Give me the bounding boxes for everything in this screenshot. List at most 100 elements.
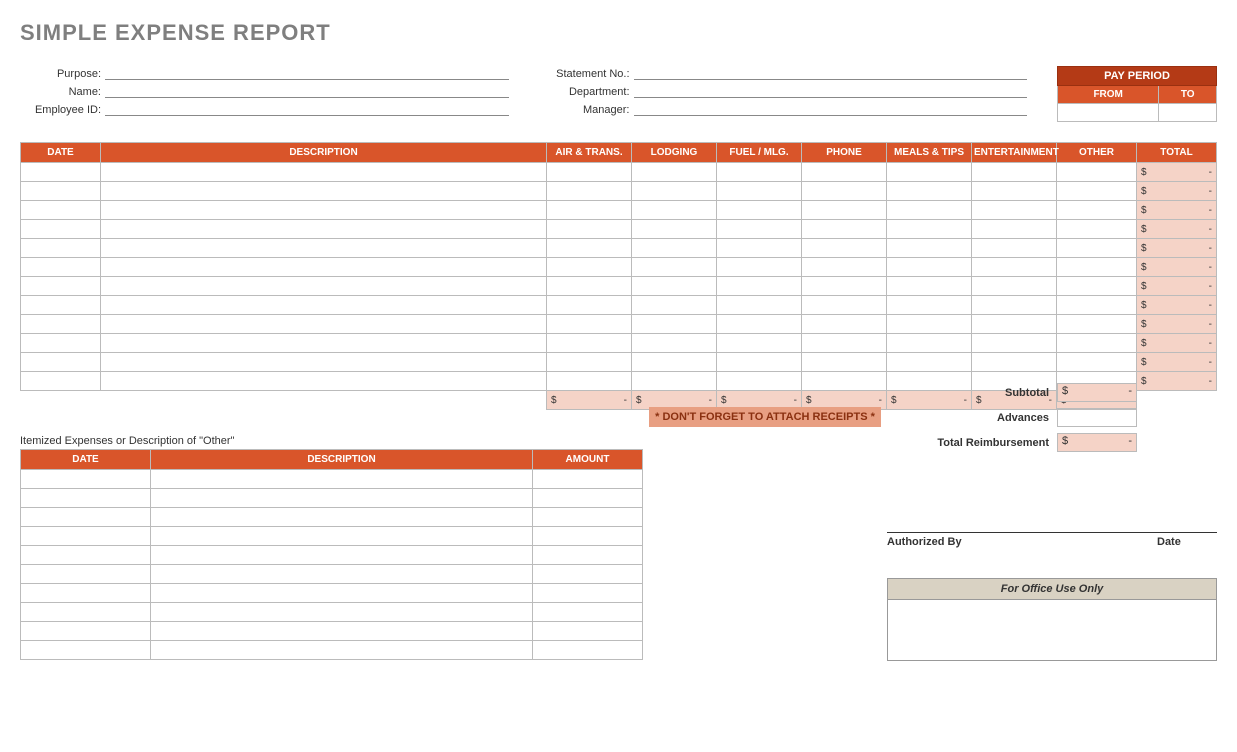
- table-cell[interactable]: [21, 239, 101, 258]
- table-cell[interactable]: [21, 220, 101, 239]
- table-cell[interactable]: [972, 201, 1057, 220]
- table-cell[interactable]: [533, 641, 643, 660]
- table-cell[interactable]: [21, 508, 151, 527]
- table-cell[interactable]: [101, 258, 547, 277]
- table-cell[interactable]: [21, 315, 101, 334]
- table-cell[interactable]: [717, 220, 802, 239]
- table-cell[interactable]: [533, 546, 643, 565]
- table-cell[interactable]: [21, 372, 101, 391]
- table-cell[interactable]: [533, 565, 643, 584]
- table-cell[interactable]: [972, 315, 1057, 334]
- table-cell[interactable]: [717, 296, 802, 315]
- table-cell[interactable]: [1057, 353, 1137, 372]
- table-cell[interactable]: [887, 353, 972, 372]
- table-cell[interactable]: [547, 163, 632, 182]
- table-cell[interactable]: [547, 201, 632, 220]
- table-cell[interactable]: [101, 239, 547, 258]
- table-cell[interactable]: [151, 603, 533, 622]
- table-cell[interactable]: [151, 508, 533, 527]
- table-cell[interactable]: [21, 353, 101, 372]
- table-cell[interactable]: [21, 201, 101, 220]
- table-cell[interactable]: [101, 201, 547, 220]
- table-cell[interactable]: [972, 277, 1057, 296]
- table-cell[interactable]: [802, 163, 887, 182]
- table-cell[interactable]: [632, 315, 717, 334]
- table-cell[interactable]: [802, 258, 887, 277]
- table-cell[interactable]: [1057, 220, 1137, 239]
- table-cell[interactable]: [1057, 201, 1137, 220]
- table-cell[interactable]: [101, 163, 547, 182]
- input-employee-id[interactable]: [105, 102, 509, 116]
- table-cell[interactable]: [21, 277, 101, 296]
- advances-value[interactable]: [1057, 408, 1137, 427]
- table-cell[interactable]: [972, 334, 1057, 353]
- table-cell[interactable]: [972, 220, 1057, 239]
- table-cell[interactable]: [972, 239, 1057, 258]
- input-purpose[interactable]: [105, 66, 509, 80]
- table-cell[interactable]: [101, 372, 547, 391]
- table-cell[interactable]: [717, 239, 802, 258]
- table-cell[interactable]: [887, 201, 972, 220]
- table-cell[interactable]: [151, 622, 533, 641]
- table-cell[interactable]: [632, 182, 717, 201]
- table-cell[interactable]: [632, 201, 717, 220]
- table-cell[interactable]: [717, 334, 802, 353]
- table-cell[interactable]: [717, 201, 802, 220]
- table-cell[interactable]: [887, 163, 972, 182]
- table-cell[interactable]: [151, 489, 533, 508]
- table-cell[interactable]: [533, 603, 643, 622]
- table-cell[interactable]: [632, 163, 717, 182]
- table-cell[interactable]: [21, 296, 101, 315]
- table-cell[interactable]: [533, 470, 643, 489]
- table-cell[interactable]: [151, 584, 533, 603]
- table-cell[interactable]: [533, 584, 643, 603]
- table-cell[interactable]: [1057, 239, 1137, 258]
- table-cell[interactable]: [21, 163, 101, 182]
- table-cell[interactable]: [151, 641, 533, 660]
- table-cell[interactable]: [887, 182, 972, 201]
- table-cell[interactable]: [887, 315, 972, 334]
- table-cell[interactable]: [632, 277, 717, 296]
- table-cell[interactable]: [1057, 163, 1137, 182]
- table-cell[interactable]: [533, 508, 643, 527]
- table-cell[interactable]: [972, 353, 1057, 372]
- table-cell[interactable]: [151, 470, 533, 489]
- table-cell[interactable]: [802, 296, 887, 315]
- table-cell[interactable]: [533, 527, 643, 546]
- table-cell[interactable]: [21, 182, 101, 201]
- table-cell[interactable]: [1057, 296, 1137, 315]
- input-statement-no[interactable]: [634, 66, 1028, 80]
- table-cell[interactable]: [717, 353, 802, 372]
- table-cell[interactable]: [21, 258, 101, 277]
- table-cell[interactable]: [802, 201, 887, 220]
- pay-period-to-cell[interactable]: [1159, 104, 1217, 122]
- table-cell[interactable]: [1057, 258, 1137, 277]
- table-cell[interactable]: [547, 334, 632, 353]
- table-cell[interactable]: [1057, 334, 1137, 353]
- input-department[interactable]: [634, 84, 1028, 98]
- table-cell[interactable]: [101, 182, 547, 201]
- table-cell[interactable]: [802, 220, 887, 239]
- table-cell[interactable]: [21, 546, 151, 565]
- table-cell[interactable]: [547, 182, 632, 201]
- table-cell[interactable]: [151, 546, 533, 565]
- table-cell[interactable]: [547, 277, 632, 296]
- table-cell[interactable]: [547, 220, 632, 239]
- table-cell[interactable]: [632, 353, 717, 372]
- table-cell[interactable]: [802, 315, 887, 334]
- table-cell[interactable]: [21, 489, 151, 508]
- table-cell[interactable]: [972, 163, 1057, 182]
- table-cell[interactable]: [717, 182, 802, 201]
- table-cell[interactable]: [632, 239, 717, 258]
- table-cell[interactable]: [547, 372, 632, 391]
- table-cell[interactable]: [1057, 182, 1137, 201]
- table-cell[interactable]: [717, 163, 802, 182]
- table-cell[interactable]: [21, 565, 151, 584]
- table-cell[interactable]: [972, 296, 1057, 315]
- table-cell[interactable]: [802, 353, 887, 372]
- table-cell[interactable]: [151, 565, 533, 584]
- pay-period-from-cell[interactable]: [1058, 104, 1159, 122]
- table-cell[interactable]: [101, 315, 547, 334]
- table-cell[interactable]: [101, 296, 547, 315]
- table-cell[interactable]: [632, 258, 717, 277]
